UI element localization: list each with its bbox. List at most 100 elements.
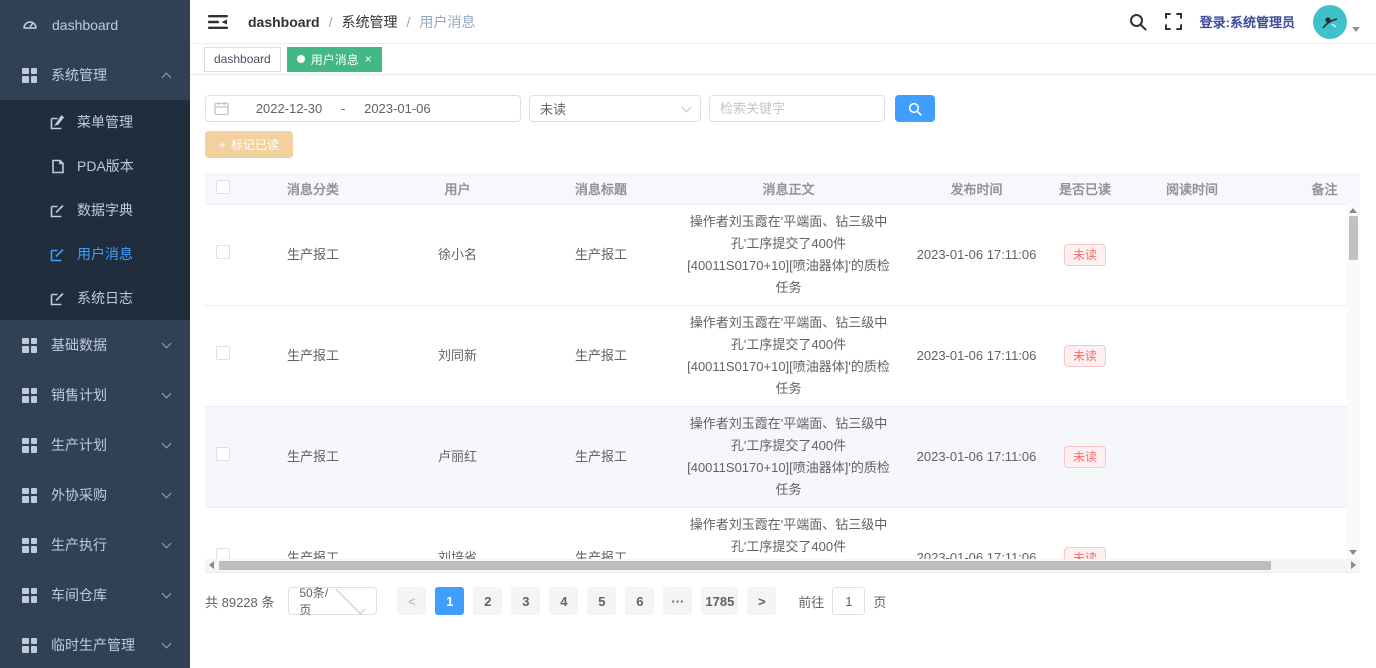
table-header-row: 消息分类 用户 消息标题 消息正文 发布时间 是否已读 阅读时间 备注 [205,173,1360,204]
sidebar-item-workshop-warehouse[interactable]: 车间仓库 [0,570,190,620]
sidebar-item-outsourcing-purchase[interactable]: 外协采购 [0,470,190,520]
edit-icon [50,247,65,262]
sidebar-subitem-label: 用户消息 [77,244,133,264]
scroll-left-icon[interactable] [209,561,214,569]
grid-icon [22,638,37,653]
tab-dashboard[interactable]: dashboard [204,47,281,72]
sidebar-subitem-menu-management[interactable]: 菜单管理 [0,100,190,144]
vertical-scroll-thumb[interactable] [1349,216,1358,260]
sidebar-item-production-plan[interactable]: 生产计划 [0,420,190,470]
breadcrumb-user-messages: 用户消息 [419,12,475,32]
edit-icon [50,203,65,218]
cell-publish-time: 2023-01-06 17:11:06 [905,406,1048,507]
fullscreen-icon[interactable] [1165,13,1182,30]
edit-icon [50,115,65,130]
cell-title: 生产报工 [530,406,672,507]
table-row[interactable]: 生产报工 徐小名 生产报工 操作者刘玉霞在'平端面、钻三级中孔'工序提交了400… [205,204,1360,305]
sidebar-item-dashboard[interactable]: dashboard [0,0,190,50]
sidebar-subitem-data-dictionary[interactable]: 数据字典 [0,188,190,232]
sidebar-subitem-user-messages[interactable]: 用户消息 [0,232,190,276]
chevron-up-icon [162,72,172,82]
sidebar-item-label: 外协采购 [51,485,163,505]
tab-user-messages[interactable]: 用户消息 × [287,47,382,72]
row-checkbox[interactable] [216,245,230,259]
col-header-user: 用户 [385,173,530,204]
page-button-1[interactable]: 1 [435,587,464,615]
page-button-2[interactable]: 2 [473,587,502,615]
grid-icon [22,438,37,453]
scroll-right-icon[interactable] [1351,561,1356,569]
chevron-down-icon [162,439,172,449]
sidebar-item-temp-production-management[interactable]: 临时生产管理 [0,620,190,668]
date-range-picker[interactable]: - [205,95,521,122]
tab-label: dashboard [214,52,271,66]
page-button-3[interactable]: 3 [511,587,540,615]
chevron-down-icon [162,489,172,499]
row-checkbox[interactable] [216,346,230,360]
cell-category: 生产报工 [241,204,385,305]
avatar[interactable] [1313,5,1347,39]
sidebar-subitem-system-logs[interactable]: 系统日志 [0,276,190,320]
chevron-down-icon [162,589,172,599]
sidebar-collapse-icon[interactable] [204,10,232,34]
select-value: 未读 [540,99,683,118]
prev-page-button[interactable]: < [397,587,426,615]
dashboard-icon [22,17,38,33]
page-button-last[interactable]: 1785 [701,587,738,615]
vertical-scrollbar[interactable] [1347,204,1360,559]
cell-title: 生产报工 [530,204,672,305]
close-icon[interactable]: × [365,53,372,65]
sidebar-item-label: 销售计划 [51,385,163,405]
sidebar-subitem-pda-version[interactable]: PDA版本 [0,144,190,188]
page-button-6[interactable]: 6 [625,587,654,615]
col-header-content: 消息正文 [672,173,905,204]
date-start-input[interactable] [237,101,341,116]
page-button-4[interactable]: 4 [549,587,578,615]
chevron-down-icon [162,339,172,349]
goto-label: 前往 [798,592,824,611]
date-end-input[interactable] [345,101,449,116]
row-checkbox[interactable] [216,447,230,461]
cell-content: 操作者刘玉霞在'平端面、钻三级中孔'工序提交了400件[40011S0170+1… [672,406,905,507]
scroll-up-icon[interactable] [1349,208,1357,213]
keyword-search-input[interactable] [709,95,885,122]
document-icon [50,159,65,174]
sidebar-item-sales-plan[interactable]: 销售计划 [0,370,190,420]
breadcrumb: dashboard / 系统管理 / 用户消息 [248,12,475,32]
filter-row: - 未读 [205,95,1360,122]
search-button[interactable] [895,95,935,122]
sidebar-item-production-execution[interactable]: 生产执行 [0,520,190,570]
sidebar-subitem-label: PDA版本 [77,156,134,176]
edit-icon [50,291,65,306]
horizontal-scrollbar[interactable] [205,559,1360,572]
select-all-checkbox[interactable] [216,180,230,194]
table-row[interactable]: 生产报工 卢丽红 生产报工 操作者刘玉霞在'平端面、钻三级中孔'工序提交了400… [205,406,1360,507]
goto-page-input[interactable] [832,587,865,615]
mark-read-button[interactable]: + 标记已读 [205,131,293,158]
sidebar-item-basic-data[interactable]: 基础数据 [0,320,190,370]
user-menu[interactable] [1313,5,1360,39]
tag-view-bar: dashboard 用户消息 × [190,44,1376,75]
page-button-5[interactable]: 5 [587,587,616,615]
cell-read-time [1122,406,1262,507]
breadcrumb-system-management[interactable]: 系统管理 [341,12,397,32]
col-header-category: 消息分类 [241,173,385,204]
total-count-label: 共 89228 条 [205,592,274,611]
sidebar-item-label: 系统管理 [51,65,163,85]
scroll-down-icon[interactable] [1349,550,1357,555]
cell-remark [1262,305,1360,406]
next-page-button[interactable]: > [747,587,776,615]
search-icon[interactable] [1129,13,1147,31]
table-row[interactable]: 生产报工 刘同新 生产报工 操作者刘玉霞在'平端面、钻三级中孔'工序提交了400… [205,305,1360,406]
pager-ellipsis[interactable]: ··· [663,587,692,615]
read-status-select[interactable]: 未读 [529,95,701,122]
cell-title: 生产报工 [530,305,672,406]
page-size-select[interactable]: 50条/页 [288,587,377,615]
horizontal-scroll-thumb[interactable] [219,561,1271,570]
tab-label: 用户消息 [311,51,359,68]
breadcrumb-dashboard[interactable]: dashboard [248,14,320,30]
sidebar-subitem-label: 菜单管理 [77,112,133,132]
cell-read-time [1122,204,1262,305]
search-icon [908,102,922,116]
sidebar-item-system-management[interactable]: 系统管理 [0,50,190,100]
